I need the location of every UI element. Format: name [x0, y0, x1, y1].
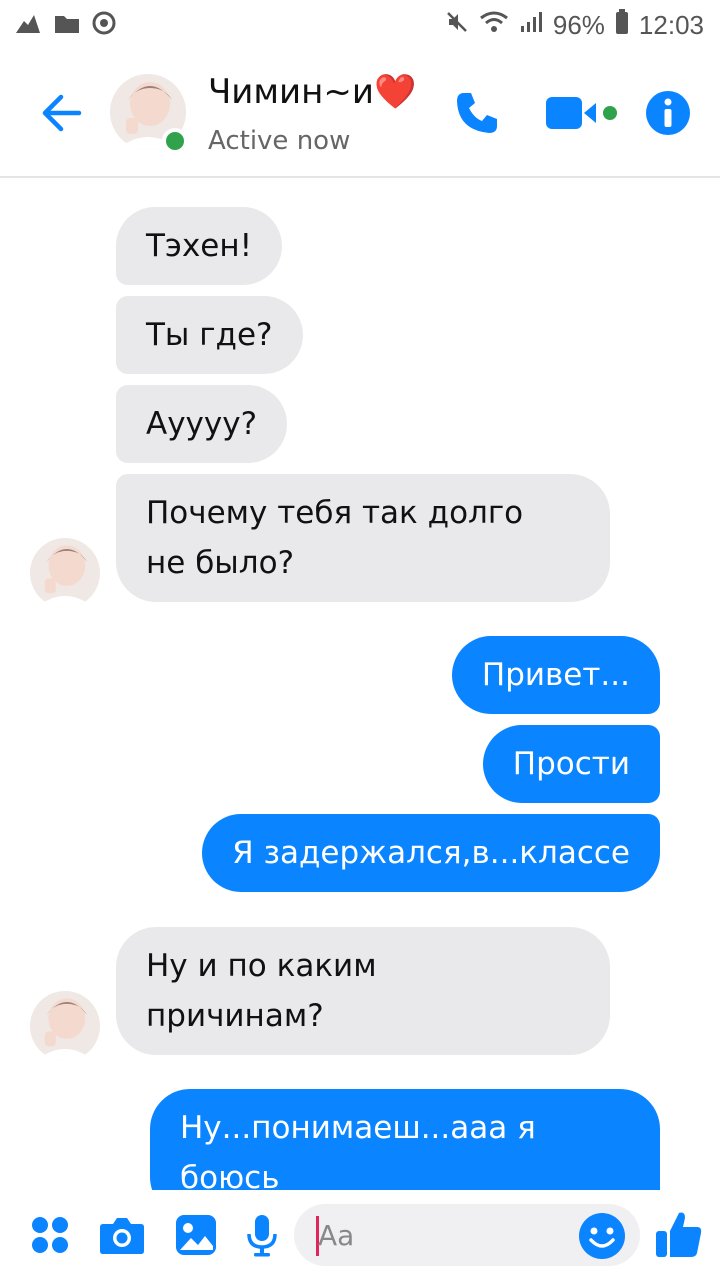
message-text: Тэхен!	[146, 228, 253, 264]
message-line: причинам?	[146, 998, 324, 1034]
message-input-box[interactable]	[294, 1204, 640, 1266]
voice-button[interactable]	[244, 1212, 280, 1258]
online-indicator	[162, 128, 188, 154]
status-right: 96% 12:03	[445, 8, 704, 42]
wifi-icon	[479, 10, 509, 41]
cleaner-icon	[14, 11, 42, 39]
message-bubble[interactable]: Ну и по каким причинам?	[116, 927, 610, 1055]
info-button[interactable]	[644, 88, 692, 138]
video-call-button[interactable]	[544, 88, 624, 138]
phone-icon	[457, 93, 497, 133]
message-bubble[interactable]: Ну...понимаеш...ааа я боюсь	[150, 1089, 660, 1190]
conversation-header: Чимин~и❤️ Active now	[0, 50, 720, 178]
like-button[interactable]	[654, 1208, 704, 1260]
contact-name[interactable]: Чимин~и❤️	[208, 72, 416, 112]
gallery-icon	[176, 1215, 216, 1255]
camera-icon	[100, 1218, 144, 1254]
status-bar: 96% 12:03	[0, 0, 720, 50]
contact-avatar[interactable]	[110, 74, 188, 154]
contact-status: Active now	[208, 126, 351, 156]
signal-icon	[519, 10, 543, 41]
message-text: Ауууу?	[146, 406, 258, 442]
battery-percent: 96%	[552, 9, 605, 40]
message-bubble[interactable]: Прости	[482, 725, 660, 803]
message-bubble[interactable]: Я задержался,в...классе	[202, 814, 660, 892]
video-camera-icon	[546, 97, 617, 129]
status-left	[14, 11, 116, 39]
camera-button[interactable]	[98, 1212, 146, 1258]
message-text: Привет...	[481, 657, 630, 693]
clock: 12:03	[638, 9, 704, 40]
battery-icon	[615, 8, 629, 42]
apps-button[interactable]	[30, 1212, 70, 1258]
back-button[interactable]	[36, 88, 86, 138]
composer-bar	[0, 1190, 720, 1280]
message-line: Ну...понимаеш...ааа я	[180, 1110, 536, 1146]
message-line: Почему тебя так долго	[146, 495, 524, 531]
message-bubble[interactable]: Тэхен!	[116, 207, 283, 285]
gallery-button[interactable]	[174, 1212, 218, 1258]
message-text: Прости	[512, 746, 630, 782]
message-input[interactable]	[318, 1204, 568, 1266]
message-bubble[interactable]: Ты где?	[116, 296, 303, 374]
apps-icon	[32, 1217, 68, 1253]
message-line: Ну и по каким	[146, 948, 377, 984]
emoji-button[interactable]	[578, 1212, 626, 1260]
sender-avatar[interactable]	[30, 538, 100, 608]
message-list[interactable]: Тэхен! Ты где? Ауууу? Почему тебя так до…	[0, 180, 720, 1190]
info-icon	[646, 91, 690, 135]
sender-avatar[interactable]	[30, 991, 100, 1061]
message-bubble[interactable]: Привет...	[451, 636, 660, 714]
microphone-icon	[247, 1215, 277, 1257]
message-line: не было?	[146, 545, 295, 581]
call-button[interactable]	[452, 88, 502, 138]
folder-icon	[54, 12, 80, 38]
thumbs-up-icon	[656, 1212, 702, 1257]
message-bubble[interactable]: Почему тебя так долго не было?	[116, 474, 610, 602]
back-arrow-icon	[42, 94, 82, 132]
message-line: боюсь	[180, 1160, 280, 1190]
message-text: Ты где?	[146, 317, 273, 353]
message-bubble[interactable]: Ауууу?	[116, 385, 288, 463]
emoji-icon	[579, 1213, 625, 1259]
message-text: Я задержался,в...классе	[232, 835, 630, 871]
shield-icon	[92, 11, 116, 39]
mute-icon	[445, 10, 469, 41]
